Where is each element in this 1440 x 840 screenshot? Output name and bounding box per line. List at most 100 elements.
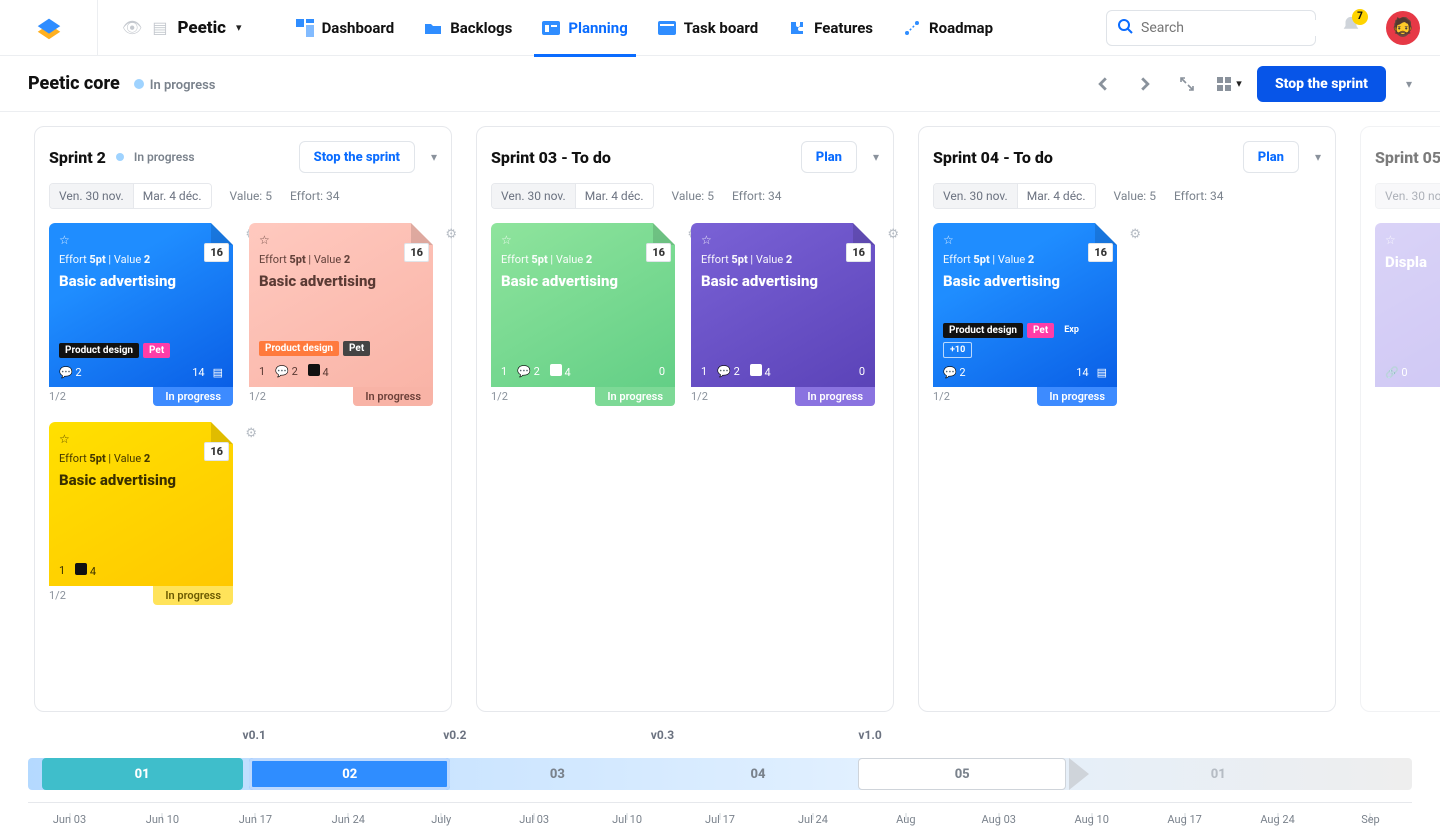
sprint-dates: Ven. 30 nov.Mar. 4 déc. [491,183,654,209]
tick-label: Aug [896,813,915,826]
top-nav: 👁 ▤ Peetic ▾ Dashboard Backlogs Planning… [0,0,1440,56]
star-icon[interactable]: ☆ [59,432,223,446]
card[interactable]: ⚙ 16 ☆ Effort 5pt | Value 2 Basic advert… [249,223,433,406]
comments-count: 💬 2 [517,365,540,378]
card[interactable]: ⚙ 16 ☆ Effort 5pt | Value 2 Basic advert… [491,223,675,406]
card-tag: Product design [59,343,139,358]
version-marker: v0.1 [243,728,266,742]
sprint-value: Value: 5 [1114,189,1156,203]
gear-icon[interactable]: ⚙ [887,227,899,242]
nav-features[interactable]: Features [788,0,873,56]
sprint-effort: Effort: 34 [290,189,340,203]
tick-label: Jul 24 [798,813,828,826]
nav-backlogs[interactable]: Backlogs [424,0,512,56]
project-selector[interactable]: 👁 ▤ Peetic ▾ [122,18,242,38]
list-icon: ▤ [213,366,223,379]
sprint-column: Sprint 04 - To do Plan ▾ Ven. 30 nov.Mar… [918,126,1336,712]
card-progress-frac: 1/2 [491,390,508,403]
card-title: Basic advertising [59,272,223,290]
version-marker: v0.2 [443,728,466,742]
star-icon[interactable]: ☆ [701,233,865,247]
user-avatar[interactable]: 🧔 [1386,11,1420,45]
card-status: In progress [153,387,233,406]
timeline-track[interactable]: 010203040501 [28,746,1412,802]
roadmap-icon [903,19,921,37]
star-icon[interactable]: ☆ [501,233,665,247]
card-title: Basic advertising [259,272,423,290]
sprint-value: Value: 5 [672,189,714,203]
gear-icon[interactable]: ⚙ [245,426,257,441]
chevron-right-icon [1138,77,1152,91]
card-status: In progress [795,387,875,406]
timeline-versions: v0.1 v0.2 v0.3 v1.0 [28,728,1412,746]
stop-sprint-button[interactable]: Stop the sprint [299,141,415,173]
nav-dashboard[interactable]: Dashboard [296,0,395,56]
sprint-column: Sprint 05 Plan ▾ Ven. 30 nov. ⚙ ☆ Displa… [1360,126,1440,712]
timeline-segment[interactable]: 03 [457,758,658,790]
nav-roadmap[interactable]: Roadmap [903,0,993,56]
card-title: Displa [1385,253,1440,271]
sprint-column: Sprint 03 - To do Plan ▾ Ven. 30 nov.Mar… [476,126,894,712]
view-grid-button[interactable]: ▾ [1215,70,1243,98]
comments-count: 💬 2 [275,365,298,378]
sprint-title: Sprint 05 [1375,148,1440,167]
notification-count: 7 [1352,9,1368,25]
star-icon[interactable]: ☆ [943,233,1107,247]
search-box[interactable] [1106,10,1316,46]
card[interactable]: ⚙ ☆ Displa 🔗 00 [1375,223,1440,387]
chevron-down-icon: ▾ [236,21,242,34]
nav-planning[interactable]: Planning [542,0,627,56]
card-status: In progress [1037,387,1117,406]
card[interactable]: ⚙ 16 ☆ Effort 5pt | Value 2 Basic advert… [933,223,1117,406]
project-name: Peetic [177,18,226,38]
sprint-action-dropdown[interactable]: ▾ [1315,150,1321,164]
card-progress-frac: 1/2 [691,390,708,403]
search-input[interactable] [1141,20,1319,36]
card-title: Basic advertising [59,471,223,489]
card-effort-value: Effort 5pt | Value 2 [259,253,423,266]
card-status: In progress [595,387,675,406]
timeline-segment[interactable]: 02 [249,758,450,790]
timeline-segment[interactable]: 01 [1114,758,1322,790]
star-icon[interactable]: ☆ [59,233,223,247]
stop-sprint-button[interactable]: Stop the sprint [1257,66,1386,102]
page-header: Peetic core In progress ▾ Stop the sprin… [0,56,1440,112]
expand-button[interactable] [1173,70,1201,98]
card[interactable]: ⚙ 16 ☆ Effort 5pt | Value 2 Basic advert… [49,223,233,406]
notifications-button[interactable]: 7 [1340,15,1362,41]
tick-label: Aug 03 [982,813,1016,826]
timeline-segment[interactable]: 04 [665,758,852,790]
nav-prev-button[interactable] [1089,70,1117,98]
list-icon: ▤ [1097,366,1107,379]
version-marker: v1.0 [858,728,881,742]
app-logo[interactable] [0,0,98,55]
card-progress-frac: 1/2 [49,390,66,403]
card-effort-value: Effort 5pt | Value 2 [59,452,223,465]
timeline-segment[interactable]: 01 [42,758,243,790]
nav-taskboard[interactable]: Task board [658,0,758,56]
star-icon[interactable]: ☆ [1385,233,1440,247]
sprint-action-dropdown[interactable]: ▾ [873,150,879,164]
card-tag: Product design [259,341,339,356]
gear-icon[interactable]: ⚙ [1129,227,1141,242]
nav-next-button[interactable] [1131,70,1159,98]
star-icon[interactable]: ☆ [259,233,423,247]
plan-sprint-button[interactable]: Plan [801,141,857,173]
plan-sprint-button[interactable]: Plan [1243,141,1299,173]
sprint-title: Sprint 2 [49,148,106,167]
sprint-dates: Ven. 30 nov.Mar. 4 déc. [49,183,212,209]
dashboard-icon [296,19,314,37]
card[interactable]: ⚙ 16 ☆ Effort 5pt | Value 2 Basic advert… [49,422,233,605]
stop-sprint-dropdown[interactable]: ▾ [1406,77,1412,91]
card-tag: +10 [943,342,972,358]
sprint-action-dropdown[interactable]: ▾ [431,150,437,164]
version-marker: v0.3 [651,728,674,742]
timeline-segment[interactable]: 05 [858,758,1066,790]
timeline-ticks: Jun 03Jun 10Jun 17Jun 24JulyJul 03Jul 10… [28,802,1412,832]
card-tag: Product design [943,323,1023,338]
sprint-title: Sprint 03 - To do [491,148,611,167]
status-dot [134,79,144,89]
expand-icon [1179,76,1195,92]
card[interactable]: ⚙ 16 ☆ Effort 5pt | Value 2 Basic advert… [691,223,875,406]
gear-icon[interactable]: ⚙ [445,227,457,242]
